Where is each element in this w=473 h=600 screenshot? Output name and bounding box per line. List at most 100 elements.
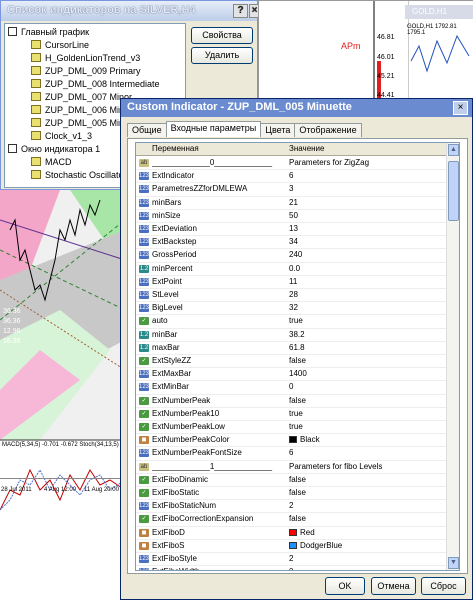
parameter-row[interactable]: 123 ExtFiboStyle 2 bbox=[136, 553, 446, 567]
tree-group-subwindow[interactable]: Окно индикатора 1 bbox=[8, 144, 100, 154]
parameter-row[interactable]: 123 ExtPoint 11 bbox=[136, 276, 446, 289]
parameter-row[interactable]: ✓ ExtFiboStatic false bbox=[136, 487, 446, 501]
parameter-row[interactable]: ✓ ExtFiboCorrectionExpansion false bbox=[136, 513, 446, 527]
parameter-value[interactable]: 6 bbox=[289, 170, 293, 182]
properties-button[interactable]: Свойства bbox=[191, 27, 253, 44]
parameter-value[interactable]: 28 bbox=[289, 289, 298, 301]
parameter-value[interactable]: 0 bbox=[289, 566, 293, 570]
parameter-row[interactable]: 123 ExtIndicator 6 bbox=[136, 170, 446, 184]
parameter-value[interactable]: true bbox=[289, 421, 303, 433]
param-type-num-icon: 123 bbox=[139, 225, 150, 233]
parameter-row[interactable]: ◼ ExtFiboD Red bbox=[136, 527, 446, 540]
parameter-value[interactable]: 61.8 bbox=[289, 342, 305, 354]
parameter-row[interactable]: ✓ ExtNumberPeak10 true bbox=[136, 408, 446, 421]
tab-common[interactable]: Общие bbox=[127, 123, 167, 137]
parameter-row[interactable]: ✓ ExtFiboDinamic false bbox=[136, 474, 446, 487]
parameter-row[interactable]: 1.2 minBar 38.2 bbox=[136, 329, 446, 342]
parameter-value-text: true bbox=[289, 422, 303, 431]
parameter-row[interactable]: 123 ExtNumberPeakFontSize 6 bbox=[136, 447, 446, 461]
parameter-value[interactable]: Parameters for ZigZag bbox=[289, 157, 369, 169]
parameter-value-text: 11 bbox=[289, 276, 298, 286]
parameter-value[interactable]: 32 bbox=[289, 302, 298, 314]
parameter-row[interactable]: 123 minBars 21 bbox=[136, 197, 446, 210]
column-value[interactable]: Значение bbox=[289, 143, 324, 155]
parameter-value[interactable]: false bbox=[289, 487, 306, 499]
parameter-value[interactable]: Red bbox=[289, 527, 315, 539]
delete-button[interactable]: Удалить bbox=[191, 47, 253, 64]
parameter-row[interactable]: 123 ExtMinBar 0 bbox=[136, 381, 446, 395]
parameter-value[interactable]: false bbox=[289, 395, 306, 407]
parameter-value[interactable]: true bbox=[289, 408, 303, 420]
close-icon[interactable]: × bbox=[453, 101, 468, 115]
tab-colors[interactable]: Цвета bbox=[260, 123, 296, 137]
reset-button[interactable]: Сброс bbox=[421, 577, 466, 595]
tree-group-main[interactable]: Главный график bbox=[8, 27, 89, 37]
parameter-row[interactable]: 1.2 minPercent 0.0 bbox=[136, 263, 446, 276]
column-variable[interactable]: Переменная bbox=[152, 143, 199, 155]
parameter-value[interactable]: false bbox=[289, 474, 306, 486]
tree-item[interactable]: MACD bbox=[31, 157, 72, 167]
tree-item[interactable]: Stochastic Oscillator bbox=[31, 170, 127, 180]
scroll-down-icon[interactable]: ▼ bbox=[448, 557, 459, 569]
parameter-row[interactable]: ◼ ExtFiboS DodgerBlue bbox=[136, 540, 446, 553]
parameter-row[interactable]: 123 minSize 50 bbox=[136, 210, 446, 223]
parameter-name: ExtBackstep bbox=[152, 237, 197, 247]
help-icon[interactable]: ? bbox=[233, 4, 248, 18]
parameter-row[interactable]: 123 ParametresZZforDMLEWA 3 bbox=[136, 183, 446, 197]
date-tick: 11 Aug 20:00 bbox=[84, 487, 119, 493]
parameter-row[interactable]: ✓ ExtNumberPeak false bbox=[136, 395, 446, 408]
parameter-value[interactable]: Black bbox=[289, 434, 320, 446]
scroll-up-icon[interactable]: ▲ bbox=[448, 144, 459, 156]
parameter-value[interactable]: 0.0 bbox=[289, 263, 300, 275]
parameter-value[interactable]: 38.2 bbox=[289, 329, 305, 341]
parameter-value[interactable]: 11 bbox=[289, 276, 297, 288]
parameter-row[interactable]: ab _____________0_____________ Parameters … bbox=[136, 157, 446, 171]
parameter-row[interactable]: 123 StLevel 28 bbox=[136, 289, 446, 303]
parameter-value[interactable]: DodgerBlue bbox=[289, 540, 342, 552]
parameter-row[interactable]: 123ExtFiboWidth 0 bbox=[136, 566, 446, 570]
parameter-value[interactable]: false bbox=[289, 355, 306, 367]
tab-inputs[interactable]: Входные параметры bbox=[165, 121, 262, 137]
parameter-row[interactable]: 123 ExtDeviation 13 bbox=[136, 223, 446, 237]
parameter-value[interactable]: 0 bbox=[289, 381, 293, 393]
scrollbar-thumb[interactable] bbox=[448, 161, 459, 221]
tree-item[interactable]: H_GoldenLionTrend_v3 bbox=[31, 53, 140, 63]
parameter-value[interactable]: 13 bbox=[289, 223, 298, 235]
tree-item[interactable]: ZUP_DML_007 Minor bbox=[31, 92, 132, 102]
parameter-value[interactable]: 2 bbox=[289, 500, 293, 512]
parameter-row[interactable]: ✓ ExtNumberPeakLow true bbox=[136, 421, 446, 435]
tree-item[interactable]: Clock_v1_3 bbox=[31, 131, 92, 141]
parameter-row[interactable]: ✓ auto true bbox=[136, 315, 446, 329]
parameter-row[interactable]: ✓ ExtStyleZZ false bbox=[136, 355, 446, 369]
parameter-value[interactable]: 3 bbox=[289, 183, 293, 195]
parameter-row[interactable]: 123 ExtFiboStaticNum 2 bbox=[136, 500, 446, 514]
parameter-row[interactable]: 123 ExtBackstep 34 bbox=[136, 236, 446, 250]
parameter-value[interactable]: 21 bbox=[289, 197, 298, 209]
parameter-value-text: Parameters for fibo Levels bbox=[289, 461, 383, 471]
parameter-name: ExtFiboStyle bbox=[152, 554, 197, 563]
parameter-value[interactable]: false bbox=[289, 513, 306, 525]
tree-item[interactable]: ZUP_DML_009 Primary bbox=[31, 66, 141, 76]
parameter-value[interactable]: 6 bbox=[289, 447, 293, 459]
ok-button[interactable]: OK bbox=[325, 577, 365, 595]
tree-item[interactable]: CursorLine bbox=[31, 40, 89, 50]
parameter-row[interactable]: 123 ExtMaxBar 1400 bbox=[136, 368, 446, 382]
parameter-row[interactable]: 123 GrossPeriod 240 bbox=[136, 249, 446, 263]
cancel-button[interactable]: Отмена bbox=[371, 577, 416, 595]
parameter-name: StLevel bbox=[152, 290, 179, 299]
parameter-row[interactable]: ab _____________1_____________ Parameters … bbox=[136, 461, 446, 474]
parameter-value[interactable]: Parameters for fibo Levels bbox=[289, 461, 382, 473]
parameter-row[interactable]: ◼ ExtNumberPeakColor Black bbox=[136, 434, 446, 448]
parameter-value[interactable]: 240 bbox=[289, 249, 302, 261]
parameter-row[interactable]: 1.2 maxBar 61.8 bbox=[136, 342, 446, 355]
parameter-value[interactable]: true bbox=[289, 315, 303, 327]
parameter-value[interactable]: 1400 bbox=[289, 368, 307, 380]
parameter-value[interactable]: 2 bbox=[289, 553, 293, 565]
parameter-value[interactable]: 34 bbox=[289, 236, 298, 248]
parameter-value[interactable]: 50 bbox=[289, 210, 298, 222]
parameter-row[interactable]: 123 BigLevel 32 bbox=[136, 302, 446, 316]
tab-display[interactable]: Отображение bbox=[294, 123, 362, 137]
vertical-scrollbar[interactable]: ▲ ▼ bbox=[446, 143, 459, 570]
tree-item[interactable]: ZUP_DML_008 Intermediate bbox=[31, 79, 160, 89]
parameter-name: ExtNumberPeak10 bbox=[152, 408, 220, 418]
